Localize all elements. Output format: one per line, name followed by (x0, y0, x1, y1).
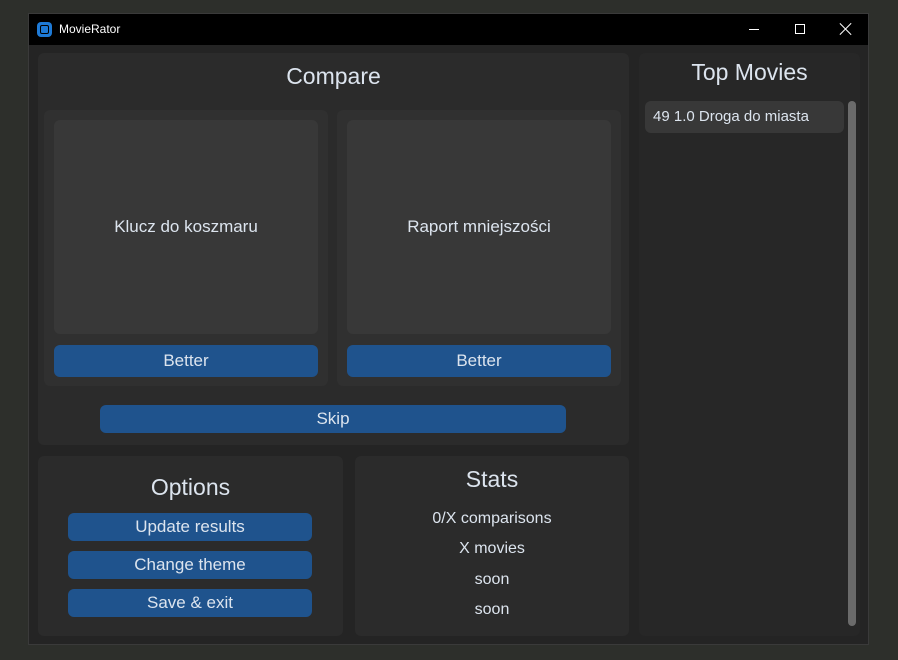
top-movie-item[interactable]: 49 1.0 Droga do miasta (645, 101, 844, 133)
save-exit-button[interactable]: Save & exit (68, 589, 312, 617)
top-movies-panel: Top Movies (639, 53, 860, 636)
app-icon (37, 22, 52, 37)
options-panel: Options Update results Change theme Save… (38, 456, 343, 636)
maximize-button[interactable] (777, 14, 823, 45)
movie-title-left: Klucz do koszmaru (54, 120, 318, 334)
close-button[interactable] (823, 14, 869, 45)
stats-heading: Stats (465, 466, 519, 492)
skip-button[interactable]: Skip (100, 405, 566, 433)
minimize-icon (749, 29, 759, 30)
options-heading: Options (150, 474, 231, 500)
title-bar[interactable]: MovieRator (29, 14, 868, 45)
compare-heading: Compare (286, 63, 381, 89)
better-button-left[interactable]: Better (54, 345, 318, 377)
stat-line-4: soon (474, 601, 510, 618)
compare-panel: Compare Klucz do koszmaru Better Raport … (38, 53, 629, 445)
top-movies-scrollbar[interactable] (848, 101, 856, 626)
movie-card-left: Klucz do koszmaru Better (44, 110, 328, 386)
update-results-button[interactable]: Update results (68, 513, 312, 541)
change-theme-button[interactable]: Change theme (68, 551, 312, 579)
movie-card-right: Raport mniejszości Better (337, 110, 621, 386)
close-icon (839, 22, 853, 36)
window-title: MovieRator (59, 22, 121, 36)
minimize-button[interactable] (731, 14, 777, 45)
stat-line-3: soon (474, 571, 510, 588)
app-window: MovieRator Compare Klucz do koszmaru Bet… (28, 13, 869, 645)
movie-title-right: Raport mniejszości (347, 120, 611, 334)
stats-panel: Stats 0/X comparisons X movies soon soon (355, 456, 629, 636)
stat-movies: X movies (459, 540, 525, 557)
stat-comparisons: 0/X comparisons (432, 510, 552, 527)
top-movies-heading: Top Movies (691, 59, 808, 85)
maximize-icon (795, 24, 805, 34)
better-button-right[interactable]: Better (347, 345, 611, 377)
